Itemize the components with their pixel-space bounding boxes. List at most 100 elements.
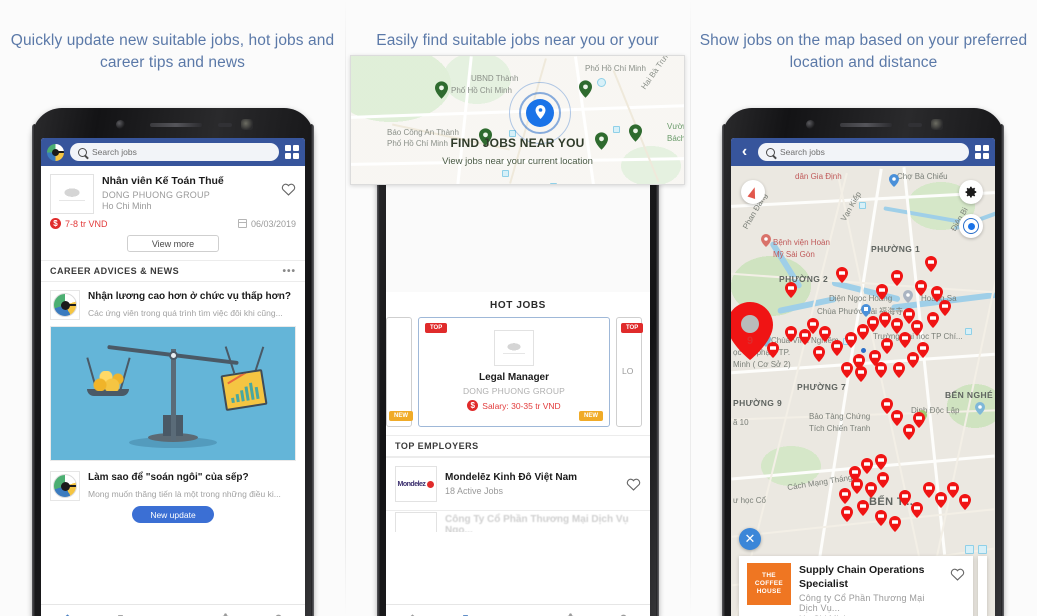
section-title: CAREER ADVICES & NEWS — [50, 266, 180, 276]
nav-home-icon[interactable] — [58, 612, 77, 616]
gear-icon[interactable] — [959, 180, 983, 204]
job-pin-icon[interactable] — [799, 329, 811, 345]
phone-edge-left — [377, 124, 380, 616]
close-icon[interactable]: ✕ — [739, 528, 761, 550]
job-pin-icon[interactable] — [899, 490, 911, 506]
job-pin-icon[interactable] — [935, 492, 947, 508]
news-item-1[interactable]: Nhận lương cao hơn ở chức vụ thấp hơn? C… — [41, 282, 305, 320]
job-pin-icon[interactable] — [899, 332, 911, 348]
job-pin-icon[interactable] — [841, 506, 853, 522]
employer-row[interactable]: Mondelez Mondelēz Kinh Đô Việt Nam 18 Ac… — [386, 457, 650, 510]
job-cluster-pin[interactable]: 9 — [731, 302, 773, 360]
map-label: Chợ Bà Chiểu — [897, 172, 948, 181]
employer-active-jobs: 18 Active Jobs — [445, 486, 504, 496]
nav-bell-icon[interactable] — [561, 612, 580, 616]
search-icon — [766, 147, 775, 157]
find-jobs-near-you-overlay[interactable]: UBND Thành Phố Hồ Chí Minh Phố Hồ Chí Mi… — [350, 55, 685, 185]
job-pin-icon[interactable] — [947, 482, 959, 498]
map-label: Tích Chiến Tranh — [809, 424, 871, 433]
job-pin-icon[interactable] — [785, 282, 797, 298]
job-pin-icon[interactable] — [875, 362, 887, 378]
hot-job-card-active[interactable]: TOP Legal Manager DONG PHUONG GROUP $ Sa… — [418, 317, 610, 427]
nav-person-icon[interactable] — [614, 612, 633, 616]
job-pin-icon[interactable] — [831, 340, 843, 356]
nav-briefcase-icon[interactable] — [456, 612, 475, 616]
job-pin-icon[interactable] — [891, 270, 903, 286]
job-pin-icon[interactable] — [841, 362, 853, 378]
nav-home-icon[interactable] — [403, 612, 422, 616]
job-pin-icon[interactable] — [891, 410, 903, 426]
job-pin-icon[interactable] — [867, 316, 879, 332]
phone-frame-1: Search jobs Nhân viên Kế Toán Thuế DONG … — [32, 108, 314, 616]
job-pin-icon[interactable] — [875, 510, 887, 526]
app-store-screenshot-gallery: Quickly update new suitable jobs, hot jo… — [0, 0, 1037, 616]
phone-edge-left — [722, 124, 725, 616]
job-pin-icon[interactable] — [893, 362, 905, 378]
hot-job-card-next[interactable]: TOP LO — [616, 317, 644, 427]
hot-job-card-prev[interactable]: NEW — [386, 317, 413, 427]
job-pin-icon[interactable] — [923, 482, 935, 498]
job-salary: $ 7-8 tr VND — [50, 218, 108, 229]
job-pin-icon[interactable] — [579, 80, 592, 98]
nav-person-icon[interactable] — [269, 612, 288, 616]
current-location-pin-icon — [526, 99, 554, 127]
nav-briefcase-icon[interactable] — [111, 612, 130, 616]
job-pin-icon[interactable] — [813, 346, 825, 362]
job-card[interactable]: Nhân viên Kế Toán Thuế DONG PHUONG GROUP… — [41, 166, 305, 260]
job-pin-icon[interactable] — [875, 454, 887, 470]
news-item-2[interactable]: Làm sao để "soán ngôi" của sếp? Mong muố… — [41, 461, 305, 501]
compass-icon[interactable] — [741, 180, 765, 204]
job-pin-icon[interactable] — [927, 312, 939, 328]
nav-bell-icon[interactable] — [216, 612, 235, 616]
search-input-1[interactable]: Search jobs — [70, 143, 279, 161]
job-pin-icon[interactable] — [881, 338, 893, 354]
new-update-button[interactable]: New update — [132, 506, 214, 523]
map-job-card-next[interactable] — [978, 556, 987, 616]
job-pin-icon[interactable] — [836, 267, 848, 283]
my-location-button[interactable] — [959, 214, 983, 238]
hot-jobs-carousel[interactable]: NEW TOP Legal Manager DONG PHUONG GROUP … — [386, 317, 650, 435]
overflow-menu-icon[interactable]: ••• — [282, 266, 296, 277]
job-pin-icon[interactable] — [845, 332, 857, 348]
job-pin-icon[interactable] — [839, 488, 851, 504]
news-desc: Mong muốn thăng tiến là một trong những … — [88, 489, 281, 499]
grid-icon[interactable] — [975, 145, 989, 159]
job-pin-icon[interactable] — [917, 342, 929, 358]
job-pin-icon[interactable] — [865, 482, 877, 498]
poi-pin-icon — [903, 290, 913, 303]
job-pin-icon[interactable] — [857, 500, 869, 516]
job-pin-icon[interactable] — [855, 366, 867, 382]
favorite-heart-icon[interactable] — [950, 567, 965, 581]
job-pin-icon[interactable] — [435, 81, 448, 99]
nav-news-icon[interactable] — [508, 612, 527, 616]
job-pin-icon[interactable] — [915, 280, 927, 296]
job-pin-icon[interactable] — [925, 256, 937, 272]
job-pin-icon[interactable] — [819, 326, 831, 342]
job-pin-icon[interactable] — [913, 412, 925, 428]
view-more-button[interactable]: View more — [127, 235, 219, 252]
job-pin-icon[interactable] — [889, 516, 901, 532]
favorite-heart-icon[interactable] — [281, 182, 296, 196]
job-pin-icon[interactable] — [959, 494, 971, 510]
job-pin-icon[interactable] — [861, 458, 873, 474]
map-label: Bảo Tàng Chứng — [809, 412, 871, 421]
map-job-card[interactable]: THE COFFEE HOUSE Supply Chain Operations S… — [739, 556, 987, 616]
map-label: Mỹ Sài Gòn — [773, 250, 815, 259]
job-pin-icon[interactable] — [877, 472, 889, 488]
job-pin-icon[interactable] — [911, 320, 923, 336]
job-pin-icon[interactable] — [785, 326, 797, 342]
job-pin-icon[interactable] — [851, 478, 863, 494]
back-chevron-icon[interactable]: ‹ — [737, 144, 752, 160]
company-logo-thumb — [50, 174, 94, 214]
job-pin-icon[interactable] — [879, 312, 891, 328]
employer-row-partial[interactable]: Công Ty Cổ Phần Thương Mại Dịch Vụ Ngo..… — [386, 510, 650, 532]
grid-icon[interactable] — [285, 145, 299, 159]
jobs-map[interactable]: dân Gia Định Chợ Bà Chiểu Bệnh viện Hoàn… — [731, 166, 995, 616]
job-pin-icon[interactable] — [876, 284, 888, 300]
favorite-heart-icon[interactable] — [626, 477, 641, 491]
search-input-3[interactable]: Search jobs — [758, 143, 969, 161]
job-pin-icon[interactable] — [911, 502, 923, 518]
nav-news-icon[interactable] — [163, 612, 182, 616]
job-pin-icon[interactable] — [939, 300, 951, 316]
app-bar-1: Search jobs — [41, 138, 305, 166]
